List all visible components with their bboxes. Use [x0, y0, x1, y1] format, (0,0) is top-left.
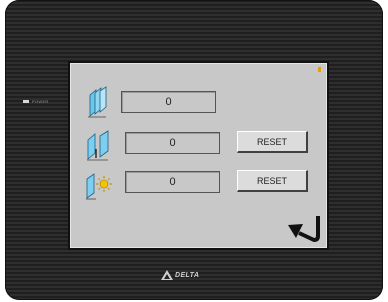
- power-indicator: POWER: [23, 99, 49, 104]
- pane-counter-display: 0: [125, 132, 220, 154]
- stack-counter-display: 0: [121, 91, 216, 113]
- delta-logo-icon: [161, 270, 173, 280]
- power-led: [23, 100, 29, 103]
- glass-pane-icon: [87, 130, 109, 161]
- hmi-bezel: POWER 0 0 RESET 0 RESET DELTA: [5, 0, 383, 300]
- glass-sun-icon: [86, 173, 112, 200]
- brand-label: DELTA: [175, 271, 200, 279]
- power-label: POWER: [32, 99, 49, 104]
- brand-logo: DELTA: [161, 270, 199, 280]
- touch-screen: 0 0 RESET 0 RESET: [68, 61, 329, 250]
- glass-stack-icon: [88, 86, 107, 118]
- reset-pane-button[interactable]: RESET: [237, 131, 308, 153]
- status-indicator: [318, 67, 321, 72]
- return-arrow-icon[interactable]: [287, 214, 325, 244]
- sun-counter-display: 0: [125, 171, 220, 193]
- screen-content: 0 0 RESET 0 RESET: [70, 63, 327, 248]
- reset-sun-button[interactable]: RESET: [237, 170, 308, 192]
